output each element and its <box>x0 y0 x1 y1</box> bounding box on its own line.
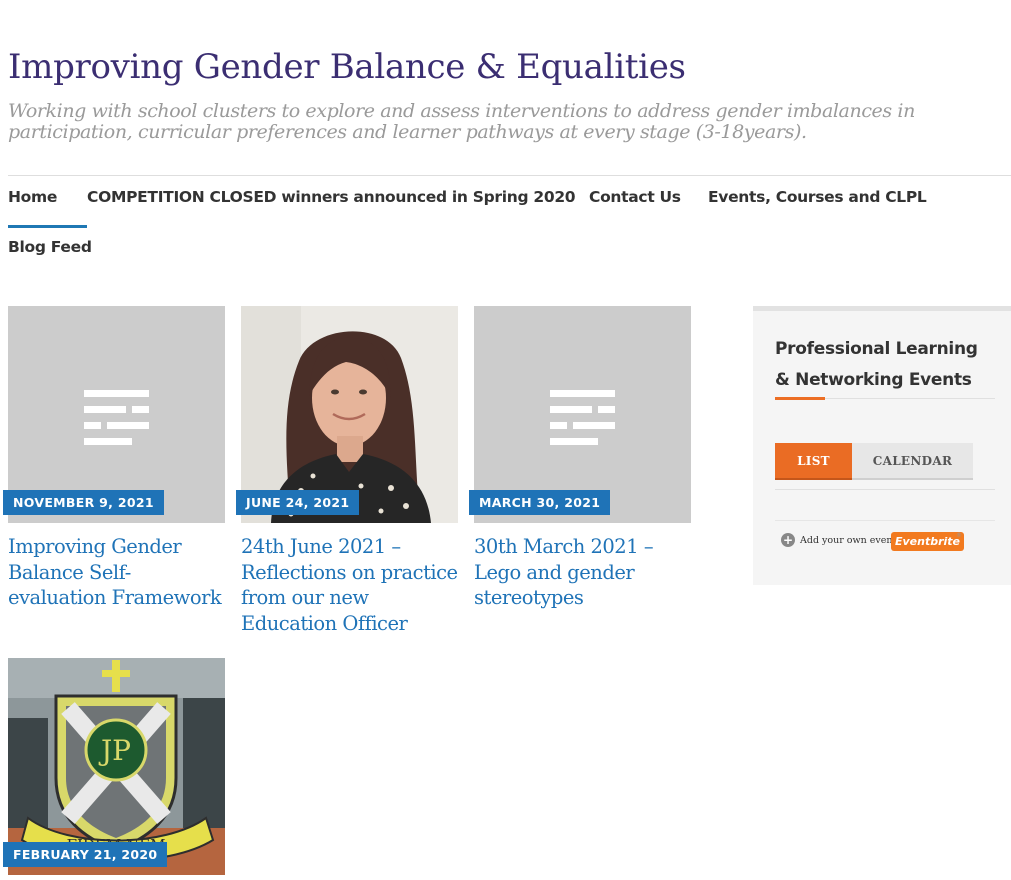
nav-active-indicator <box>8 225 87 228</box>
widget-title-accent <box>775 397 825 400</box>
nav-item-events[interactable]: Events, Courses and CLPL <box>708 188 927 206</box>
post-date-badge[interactable]: FEBRUARY 21, 2020 <box>3 842 168 867</box>
eventbrite-registered-mark: ® <box>956 532 962 539</box>
widget-title: Professional Learning & Networking Event… <box>775 339 978 390</box>
add-event-label: Add your own event <box>800 534 897 546</box>
widget-divider <box>775 520 995 521</box>
plus-circle-icon: + <box>781 533 795 547</box>
nav-item-competition[interactable]: COMPETITION CLOSED winners announced in … <box>87 188 576 206</box>
header-divider <box>8 175 1011 176</box>
eventbrite-logo[interactable]: Eventbrite <box>891 532 965 551</box>
post-date-badge[interactable]: JUNE 24, 2021 <box>236 490 360 515</box>
nav-item-home[interactable]: Home <box>8 188 57 206</box>
tab-calendar[interactable]: CALENDAR <box>852 443 973 480</box>
post-title[interactable]: 30th March 2021 – Lego and gender stereo… <box>474 534 691 611</box>
widget-divider <box>775 489 995 490</box>
post-date-badge[interactable]: NOVEMBER 9, 2021 <box>3 490 164 515</box>
site-title[interactable]: Improving Gender Balance & Equalities <box>8 47 686 87</box>
nav-item-contact[interactable]: Contact Us <box>589 188 681 206</box>
tab-list[interactable]: LIST <box>775 443 852 480</box>
nav-item-blog-feed[interactable]: Blog Feed <box>8 238 92 256</box>
svg-text:JP: JP <box>98 734 131 767</box>
site-description: Working with school clusters to explore … <box>8 100 915 143</box>
post-title[interactable]: 24th June 2021 – Reflections on practice… <box>241 534 458 636</box>
post-date-badge[interactable]: MARCH 30, 2021 <box>469 490 611 515</box>
add-event-link[interactable]: + Add your own event <box>781 533 896 547</box>
events-widget: Professional Learning & Networking Event… <box>753 306 1011 585</box>
post-title[interactable]: Improving Gender Balance Self-evaluation… <box>8 534 225 611</box>
